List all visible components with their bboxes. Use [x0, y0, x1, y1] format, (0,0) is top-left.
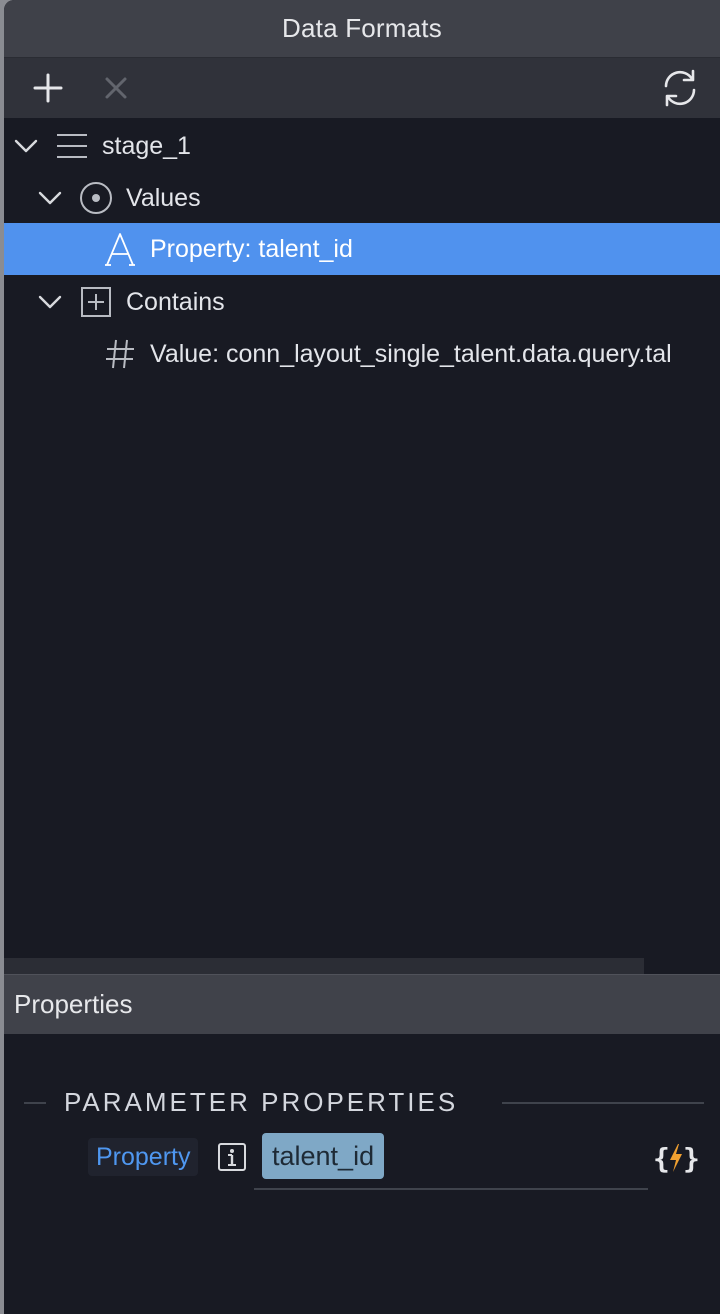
divider [502, 1102, 704, 1104]
tree-item-label: Value: conn_layout_single_talent.data.qu… [150, 340, 672, 368]
properties-header: Properties [4, 974, 720, 1034]
svg-text:{: { [653, 1142, 670, 1175]
chevron-down-icon[interactable] [8, 120, 44, 172]
dynamic-data-icon[interactable]: { } [652, 1136, 700, 1180]
tree-item-label: stage_1 [102, 132, 191, 160]
property-value-field[interactable]: talent_id [262, 1133, 385, 1179]
hash-icon [100, 328, 140, 380]
chevron-down-icon[interactable] [32, 276, 68, 328]
target-icon [76, 172, 116, 224]
add-button[interactable] [18, 58, 78, 118]
tree-item-property-talent-id[interactable]: Property: talent_id [4, 223, 720, 275]
delete-button[interactable] [86, 58, 146, 118]
refresh-icon [664, 69, 696, 107]
tree-item-value[interactable]: Value: conn_layout_single_talent.data.qu… [4, 328, 720, 380]
close-icon [105, 77, 127, 99]
svg-text:}: } [683, 1142, 700, 1175]
section-title: PARAMETER PROPERTIES [64, 1087, 459, 1117]
parameter-row: Property talent_id { } [4, 1130, 720, 1190]
tree-item-label: Contains [126, 288, 225, 316]
data-formats-panel: Data Formats stage_1 Values Property: ta… [4, 0, 720, 1314]
property-label: Property [88, 1138, 199, 1176]
tree-item-label: Values [126, 184, 201, 212]
field-underline [254, 1188, 648, 1190]
plus-box-icon [76, 276, 116, 328]
properties-title: Properties [14, 989, 133, 1019]
list-icon [52, 120, 92, 172]
tree-item-stage[interactable]: stage_1 [4, 120, 720, 172]
toolbar [4, 58, 720, 118]
refresh-button[interactable] [650, 58, 710, 118]
horizontal-scrollbar[interactable] [4, 958, 644, 974]
chevron-down-icon[interactable] [32, 172, 68, 224]
section-header: PARAMETER PROPERTIES [4, 1082, 720, 1122]
text-type-icon [100, 223, 140, 275]
add-icon [33, 73, 63, 103]
divider [24, 1102, 46, 1104]
data-format-tree: stage_1 Values Property: talent_id Conta… [4, 118, 720, 958]
tree-item-contains[interactable]: Contains [4, 276, 720, 328]
info-icon[interactable] [218, 1143, 246, 1171]
panel-title: Data Formats [282, 13, 442, 43]
title-bar: Data Formats [4, 0, 720, 58]
tree-item-label: Property: talent_id [150, 235, 353, 263]
tree-item-values[interactable]: Values [4, 172, 720, 224]
